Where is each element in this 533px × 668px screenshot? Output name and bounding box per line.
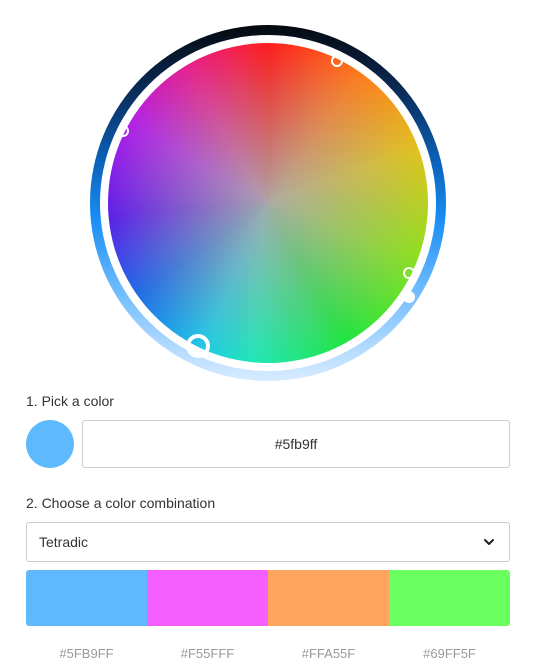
step1-label: 1. Pick a color xyxy=(26,393,114,409)
combination-select[interactable]: Tetradic xyxy=(26,522,510,562)
palette-label-1: #5FB9FF xyxy=(59,646,114,661)
palette-labels: #5FB9FF #F55FFF #FFA55F #69FF5F xyxy=(26,646,510,661)
palette-swatch-4[interactable] xyxy=(389,570,510,626)
hex-input[interactable] xyxy=(82,420,510,468)
combination-select-value: Tetradic xyxy=(39,534,89,550)
lightness-handle[interactable] xyxy=(403,291,415,303)
chevron-down-icon xyxy=(483,535,495,547)
palette-label-2: #F55FFF xyxy=(180,646,235,661)
selected-color-preview xyxy=(26,420,74,468)
palette-swatch-1[interactable] xyxy=(26,570,147,626)
handle-red[interactable] xyxy=(331,55,343,67)
handle-primary-color[interactable] xyxy=(186,334,210,358)
palette-swatch-2[interactable] xyxy=(147,570,268,626)
palette-label-4: #69FF5F xyxy=(423,646,476,661)
hue-saturation-disc[interactable] xyxy=(108,43,428,363)
handle-green[interactable] xyxy=(403,267,415,279)
palette-label-3: #FFA55F xyxy=(301,646,356,661)
palette-swatches xyxy=(26,570,510,626)
step2-label: 2. Choose a color combination xyxy=(26,495,216,511)
handle-magenta[interactable] xyxy=(117,125,129,137)
palette-swatch-3[interactable] xyxy=(268,570,389,626)
color-wheel[interactable] xyxy=(90,25,446,381)
